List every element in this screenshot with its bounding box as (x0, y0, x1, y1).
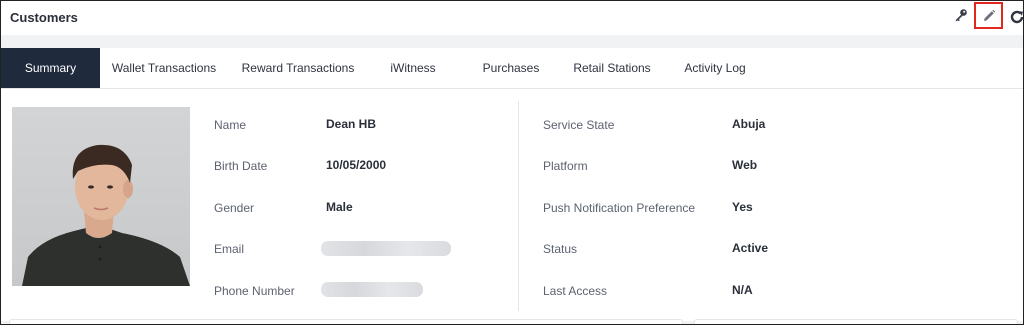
bottom-card-left (9, 319, 683, 324)
customer-avatar (12, 107, 190, 286)
birth-date-label: Birth Date (214, 159, 268, 173)
email-value-redacted (321, 241, 451, 256)
last-access-label: Last Access (543, 284, 608, 298)
status-label: Status (543, 242, 578, 256)
page-title: Customers (10, 10, 78, 25)
tab-iwitness[interactable]: iWitness (368, 48, 458, 88)
status-value: Active (732, 241, 769, 255)
phone-number-value-redacted (321, 282, 423, 297)
bottom-card-right (694, 319, 1018, 324)
push-notification-preference-label: Push Notification Preference (543, 201, 696, 215)
name-value: Dean HB (326, 117, 377, 131)
phone-number-label: Phone Number (214, 284, 295, 298)
tab-bar: Summary Wallet Transactions Reward Trans… (1, 48, 1023, 89)
service-state-value: Abuja (732, 117, 766, 131)
push-notification-preference-value: Yes (732, 200, 753, 214)
service-state-label: Service State (543, 118, 615, 132)
gender-label: Gender (214, 201, 255, 215)
gender-value: Male (326, 200, 353, 214)
platform-label: Platform (543, 159, 588, 173)
customer-detail-window: Customers Summary Wallet Transactions Re… (0, 0, 1024, 325)
last-access-value: N/A (732, 283, 753, 297)
page-header: Customers (1, 1, 1023, 35)
tab-summary[interactable]: Summary (1, 48, 100, 88)
key-icon[interactable] (951, 5, 971, 25)
tab-reward-transactions[interactable]: Reward Transactions (228, 48, 368, 88)
tab-activity-log[interactable]: Activity Log (660, 48, 770, 88)
name-label: Name (214, 118, 247, 132)
refresh-icon[interactable] (1007, 7, 1023, 27)
column-divider (518, 101, 519, 311)
summary-panel: Name Birth Date Gender Email Phone Numbe… (1, 89, 1023, 321)
birth-date-value: 10/05/2000 (326, 158, 387, 172)
tab-retail-stations[interactable]: Retail Stations (564, 48, 660, 88)
platform-value: Web (732, 158, 758, 172)
tab-wallet-transactions[interactable]: Wallet Transactions (100, 48, 228, 88)
edit-button[interactable] (974, 2, 1003, 29)
pencil-icon (982, 9, 996, 23)
email-label: Email (214, 242, 245, 256)
tab-purchases[interactable]: Purchases (458, 48, 564, 88)
